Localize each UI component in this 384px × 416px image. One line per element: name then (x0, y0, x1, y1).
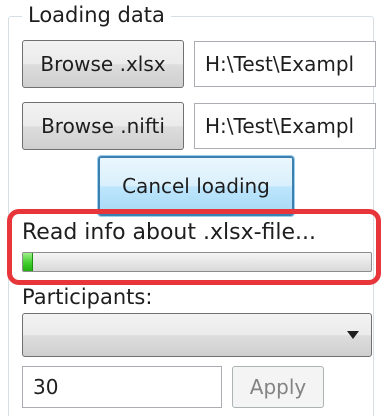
browse-xlsx-button[interactable]: Browse .xlsx (22, 40, 184, 88)
participants-label: Participants: (22, 285, 153, 309)
dropdown-arrow-icon[interactable] (347, 331, 359, 339)
progress-bar (22, 252, 372, 272)
progress-fill (23, 253, 34, 271)
browse-nifti-button[interactable]: Browse .nifti (22, 102, 184, 150)
participants-dropdown[interactable] (22, 313, 372, 357)
xlsx-path-field[interactable]: H:\Test\Exampl (194, 41, 376, 87)
status-text: Read info about .xlsx-file... (22, 220, 317, 245)
apply-button[interactable]: Apply (232, 366, 324, 408)
participant-count-field[interactable]: 30 (22, 366, 222, 408)
nifti-path-field[interactable]: H:\Test\Exampl (194, 103, 376, 149)
cancel-loading-button[interactable]: Cancel loading (97, 155, 295, 217)
group-title: Loading data (22, 2, 171, 28)
